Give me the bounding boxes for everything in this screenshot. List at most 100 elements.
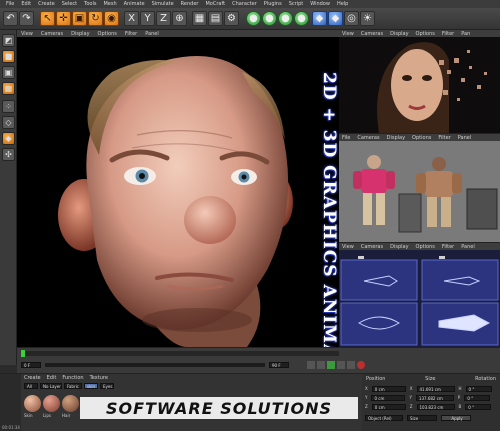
render-settings-icon[interactable]: ⚙ [224, 11, 239, 26]
render-picture-icon[interactable]: ▤ [208, 11, 223, 26]
polygons-mode-icon[interactable]: ◆ [2, 132, 15, 145]
edges-mode-icon[interactable]: ◇ [2, 116, 15, 129]
timeline-ruler[interactable] [21, 351, 339, 356]
menu-script[interactable]: Script [289, 0, 304, 8]
x-axis-icon[interactable]: X [124, 11, 139, 26]
menu-render[interactable]: Render [181, 0, 199, 8]
go-start-icon[interactable] [307, 361, 315, 369]
top-tab-pan[interactable]: Pan [461, 31, 470, 37]
menu-select[interactable]: Select [62, 0, 77, 8]
apply-button[interactable]: Apply [441, 414, 471, 421]
time-range-slider[interactable] [45, 363, 265, 367]
mid-tab-cameras[interactable]: Cameras [357, 135, 379, 141]
cube-primitive-icon[interactable]: ● [246, 11, 261, 26]
top-tab-filter[interactable]: Filter [442, 31, 454, 37]
axis-mode-icon[interactable]: ✣ [2, 148, 15, 161]
portrait-panel[interactable]: View Cameras Display Options Filter Pan [339, 30, 500, 133]
undo-icon[interactable]: ↶ [3, 11, 18, 26]
low-tab-filter[interactable]: Filter [442, 244, 454, 250]
menu-tools[interactable]: Tools [84, 0, 96, 8]
menu-plugins[interactable]: Plugins [264, 0, 282, 8]
vp-tab-filter[interactable]: Filter [125, 31, 137, 37]
filter-eyes[interactable]: Eyes [100, 383, 114, 389]
low-tab-view[interactable]: View [342, 244, 354, 250]
menu-mesh[interactable]: Mesh [103, 0, 116, 8]
go-end-icon[interactable] [347, 361, 355, 369]
blueprint-panel[interactable]: View Cameras Display Options Filter Pane… [339, 243, 500, 347]
menu-help[interactable]: Help [337, 0, 348, 8]
record-icon[interactable] [357, 361, 365, 369]
pos-y-field[interactable]: 0 cm [371, 394, 406, 401]
coordinate-system-icon[interactable]: ⊕ [172, 11, 187, 26]
scene-icon[interactable]: ◆ [328, 11, 343, 26]
mat-tab-function[interactable]: Function [62, 375, 83, 381]
vp-tab-options[interactable]: Options [98, 31, 117, 37]
render-view-icon[interactable]: ▦ [192, 11, 207, 26]
filter-skin[interactable]: skin [84, 383, 98, 389]
top-tab-cameras[interactable]: Cameras [361, 31, 383, 37]
menu-mocraft[interactable]: MoCraft [205, 0, 225, 8]
mid-tab-file[interactable]: File [342, 135, 350, 141]
redo-icon[interactable]: ↷ [19, 11, 34, 26]
start-frame-field[interactable]: 0 F [21, 362, 41, 368]
object-mode-icon[interactable]: ▣ [2, 66, 15, 79]
scale-icon[interactable]: ▣ [72, 11, 87, 26]
top-tab-view[interactable]: View [342, 31, 354, 37]
size-mode-select[interactable]: Size [407, 414, 437, 421]
filter-all[interactable]: All [24, 383, 38, 389]
top-tab-display[interactable]: Display [390, 31, 408, 37]
texture-mode-icon[interactable]: ▦ [2, 82, 15, 95]
mid-tab-panel[interactable]: Panel [458, 135, 472, 141]
coord-mode-select[interactable]: Object (Rel) [365, 414, 403, 421]
rot-p-field[interactable]: 0 ° [464, 394, 491, 401]
playhead[interactable] [21, 350, 25, 357]
menu-simulate[interactable]: Simulate [152, 0, 174, 8]
last-tool-icon[interactable]: ◉ [104, 11, 119, 26]
vp-tab-panel[interactable]: Panel [145, 31, 159, 37]
camera-icon[interactable]: ◎ [344, 11, 359, 26]
menu-character[interactable]: Character [232, 0, 257, 8]
vp-tab-view[interactable]: View [21, 31, 33, 37]
mid-tab-options[interactable]: Options [412, 135, 431, 141]
menu-file[interactable]: File [6, 0, 14, 8]
points-mode-icon[interactable]: ⁘ [2, 100, 15, 113]
material-ball-lips[interactable] [43, 395, 60, 412]
characters-panel[interactable]: File Cameras Display Options Filter Pane… [339, 134, 500, 242]
mat-tab-texture[interactable]: Texture [90, 375, 108, 381]
vp-tab-cameras[interactable]: Cameras [41, 31, 63, 37]
deformer-icon[interactable]: ◆ [312, 11, 327, 26]
menu-window[interactable]: Window [310, 0, 330, 8]
low-tab-options[interactable]: Options [416, 244, 435, 250]
material-ball-skin[interactable] [24, 395, 41, 412]
z-axis-icon[interactable]: Z [156, 11, 171, 26]
make-editable-icon[interactable]: ◩ [2, 34, 15, 47]
vp-tab-display[interactable]: Display [71, 31, 89, 37]
y-axis-icon[interactable]: Y [140, 11, 155, 26]
rot-h-field[interactable]: 0 ° [465, 385, 492, 392]
play-icon[interactable] [327, 361, 335, 369]
mat-tab-create[interactable]: Create [24, 375, 41, 381]
filter-no-layer[interactable]: No Layer [40, 383, 62, 389]
top-tab-options[interactable]: Options [416, 31, 435, 37]
select-arrow-icon[interactable]: ↖ [40, 11, 55, 26]
size-y-field[interactable]: 137.682 cm [415, 394, 454, 401]
nurbs-icon[interactable]: ● [278, 11, 293, 26]
low-tab-cameras[interactable]: Cameras [361, 244, 383, 250]
material-ball-hair[interactable] [62, 395, 79, 412]
rotate-icon[interactable]: ↻ [88, 11, 103, 26]
pos-z-field[interactable]: 0 cm [371, 403, 406, 410]
next-frame-icon[interactable] [337, 361, 345, 369]
model-mode-icon[interactable]: ■ [2, 50, 15, 63]
prev-frame-icon[interactable] [317, 361, 325, 369]
pos-x-field[interactable]: 0 cm [371, 385, 406, 392]
menu-animate[interactable]: Animate [124, 0, 145, 8]
menu-edit[interactable]: Edit [21, 0, 31, 8]
mat-tab-edit[interactable]: Edit [47, 375, 57, 381]
move-icon[interactable]: ✛ [56, 11, 71, 26]
mid-tab-filter[interactable]: Filter [438, 135, 450, 141]
end-frame-field[interactable]: 90 F [269, 362, 289, 368]
size-z-field[interactable]: 103.823 cm [416, 403, 455, 410]
spline-icon[interactable]: ● [262, 11, 277, 26]
mid-tab-display[interactable]: Display [387, 135, 405, 141]
menu-create[interactable]: Create [38, 0, 55, 8]
